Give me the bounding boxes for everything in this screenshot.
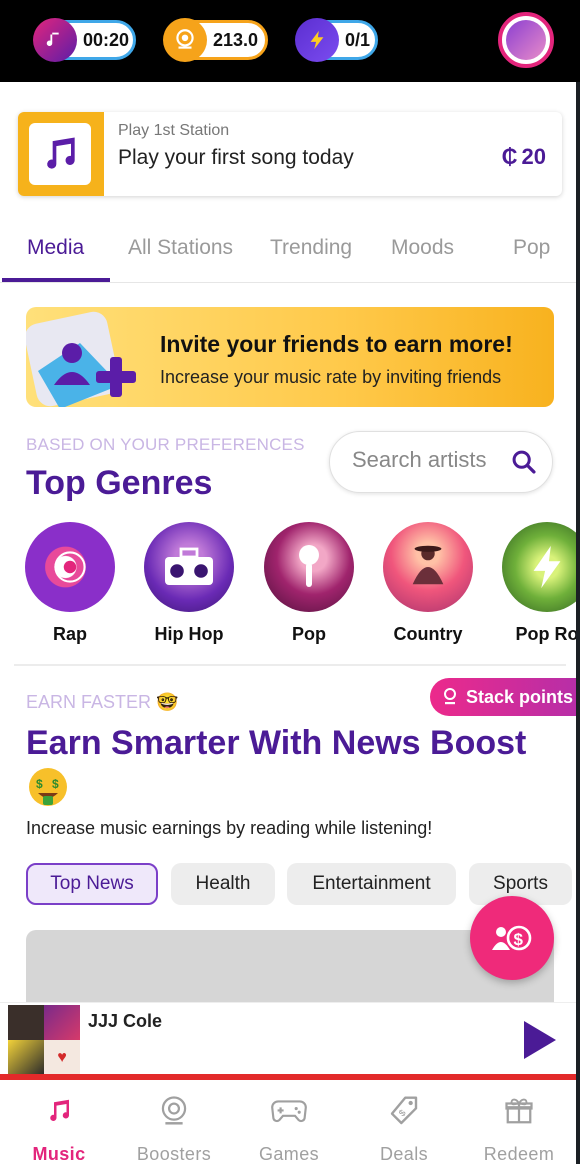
artist-search[interactable] — [329, 431, 553, 493]
station-reward: ₵ 20 — [502, 144, 546, 170]
station-thumbnail — [18, 112, 104, 196]
lightning-icon — [295, 18, 339, 62]
genre-country-label: Country — [393, 624, 463, 644]
avatar-image — [506, 20, 546, 60]
boombox-icon — [165, 547, 213, 585]
nav-games-label: Games — [258, 1144, 320, 1164]
category-tabs: Media All Stations Trending Moods Pop — [0, 226, 580, 284]
tab-all-stations[interactable]: All Stations — [128, 236, 233, 260]
coins-value: 213.0 — [213, 29, 259, 50]
stack-points-button[interactable]: Stack points — [430, 678, 580, 716]
invite-friends-banner[interactable]: Invite your friends to earn more! Increa… — [26, 307, 554, 407]
station-reward-value: 20 — [521, 144, 546, 169]
nav-redeem-label: Redeem — [483, 1144, 555, 1164]
invite-title: Invite your friends to earn more! — [160, 331, 513, 357]
cowboy-icon — [412, 545, 444, 585]
chip-health[interactable]: Health — [171, 863, 275, 905]
genre-rap-image — [25, 522, 115, 612]
svg-text:$: $ — [52, 777, 59, 791]
genre-pop-rock[interactable]: Pop Ro — [502, 522, 580, 645]
booster-icon — [161, 1096, 187, 1125]
chip-entertainment[interactable]: Entertainment — [287, 863, 456, 905]
stack-points-icon — [444, 688, 456, 705]
tab-trending[interactable]: Trending — [270, 236, 352, 260]
boost-value: 0/1 — [345, 29, 371, 50]
genre-rap[interactable]: Rap — [25, 522, 115, 645]
nav-music[interactable]: Music — [9, 1094, 109, 1164]
stack-points-label: Stack points — [466, 686, 574, 707]
earn-money-fab[interactable]: $ — [470, 896, 554, 980]
music-note-icon — [50, 1099, 69, 1121]
music-notes-icon — [47, 137, 75, 169]
tab-moods[interactable]: Moods — [391, 236, 454, 260]
station-title: Play your first song today — [118, 146, 354, 169]
station-subtitle: Play 1st Station — [118, 122, 230, 139]
play-icon[interactable] — [522, 1019, 558, 1061]
now-playing-title: JJJ Cole — [88, 1011, 163, 1031]
person-dollar-icon: $ — [492, 925, 532, 951]
genre-pop-rock-label: Pop Ro — [515, 624, 579, 644]
music-note-icon — [33, 18, 77, 62]
bottom-navigation: Music Boosters Games $ Deals Redeem — [0, 1082, 580, 1164]
money-face-emoji-icon: $ $ — [29, 768, 67, 806]
genre-hip-hop[interactable]: Hip Hop — [144, 522, 234, 645]
genre-pop[interactable]: Pop — [264, 522, 354, 645]
app-screen: 00:20 213.0 0/1 Play 1st Station Play yo… — [0, 0, 580, 1164]
gamepad-icon — [271, 1100, 307, 1123]
nav-deals[interactable]: $ Deals — [354, 1094, 454, 1164]
player-progress-bar[interactable] — [0, 1074, 580, 1080]
boost-pill[interactable]: 0/1 — [295, 18, 378, 62]
nav-games[interactable]: Games — [239, 1094, 339, 1164]
invite-people-icon — [26, 311, 136, 407]
genre-pop-image — [264, 522, 354, 612]
genre-country-image — [383, 522, 473, 612]
nav-deals-label: Deals — [379, 1144, 429, 1164]
earn-faster-eyebrow: EARN FASTER 🤓 — [26, 692, 179, 712]
genre-country[interactable]: Country — [383, 522, 473, 645]
news-boost-subtitle: Increase music earnings by reading while… — [26, 818, 433, 838]
nav-boosters[interactable]: Boosters — [124, 1094, 224, 1164]
lightning-bolt-icon — [533, 545, 561, 589]
window-edge — [576, 82, 580, 1164]
genre-rap-label: Rap — [52, 624, 87, 644]
vinyl-icon — [54, 551, 86, 583]
currency-icon: ₵ — [501, 144, 518, 169]
album-art-collage: ♥ — [8, 1005, 80, 1075]
genre-hip-hop-image — [144, 522, 234, 612]
svg-text:$: $ — [514, 930, 524, 949]
news-boost-title: Earn Smarter With News Boost — [26, 724, 527, 762]
tabs-divider — [0, 282, 580, 283]
top-status-bar: 00:20 213.0 0/1 — [0, 0, 580, 82]
timer-value: 00:20 — [83, 29, 130, 50]
preferences-eyebrow: BASED ON YOUR PREFERENCES — [26, 435, 305, 454]
search-icon[interactable] — [510, 448, 538, 476]
tab-media[interactable]: Media — [27, 236, 84, 260]
profile-avatar[interactable] — [498, 12, 554, 68]
tab-pop[interactable]: Pop — [513, 236, 550, 260]
genre-hip-hop-label: Hip Hop — [154, 624, 224, 644]
microphone-icon — [299, 545, 319, 587]
coins-pill[interactable]: 213.0 — [163, 18, 268, 62]
search-input[interactable] — [352, 447, 512, 473]
timer-pill[interactable]: 00:20 — [33, 18, 136, 62]
tag-icon: $ — [390, 1096, 418, 1125]
coin-icon — [163, 18, 207, 62]
chip-top-news[interactable]: Top News — [26, 863, 158, 905]
invite-subtitle: Increase your music rate by inviting fri… — [160, 367, 502, 387]
nav-music-label: Music — [32, 1144, 86, 1164]
svg-text:$: $ — [36, 777, 43, 791]
section-divider — [14, 664, 566, 666]
mini-player[interactable]: ♥ JJJ Cole — [0, 1002, 580, 1076]
nav-redeem[interactable]: Redeem — [469, 1094, 569, 1164]
genre-pop-rock-image — [502, 522, 580, 612]
gift-icon — [505, 1098, 533, 1124]
genre-pop-label: Pop — [292, 624, 326, 644]
top-genres-title: Top Genres — [26, 464, 213, 502]
first-station-card[interactable]: Play 1st Station Play your first song to… — [18, 112, 562, 196]
nav-boosters-label: Boosters — [136, 1144, 212, 1164]
